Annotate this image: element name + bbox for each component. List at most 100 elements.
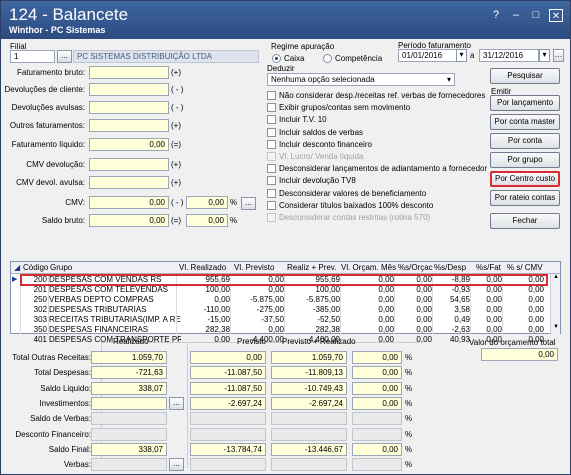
col-pct-orcac[interactable]: %s/Orçac: [398, 263, 433, 272]
regime-caixa-radio[interactable]: [272, 54, 281, 63]
totals-realizado-input[interactable]: 1.059,70: [91, 351, 167, 364]
option-checkbox[interactable]: [267, 103, 276, 113]
minimize-button[interactable]: –: [509, 9, 523, 22]
totals-previsto-input[interactable]: [190, 458, 266, 472]
col-vl-previsto[interactable]: Vl. Previsto: [234, 263, 274, 272]
periodo-more-button[interactable]: …: [553, 49, 564, 62]
option-checkbox[interactable]: [267, 127, 276, 137]
totals-pct-input[interactable]: [352, 427, 402, 441]
cmv-more-button[interactable]: ...: [241, 197, 256, 210]
por-lancamento-button[interactable]: Por lançamento: [490, 95, 560, 111]
option-checkbox[interactable]: [267, 164, 276, 174]
table-cell: 0,00: [378, 285, 394, 294]
option-checkbox[interactable]: [267, 200, 276, 210]
filial-search-button[interactable]: ...: [57, 50, 72, 63]
totals-more-button[interactable]: ...: [169, 396, 184, 410]
totals-realizado-input[interactable]: 338,07: [91, 381, 167, 395]
orcamento-total-value[interactable]: 0,00: [481, 348, 558, 361]
totals-pct-input[interactable]: [352, 412, 402, 426]
left-field-input[interactable]: 0,00: [89, 196, 169, 209]
totals-pct-input[interactable]: 0,00: [352, 381, 402, 395]
totals-prev-real-input[interactable]: -10.749,43: [271, 381, 347, 395]
left-field-pct-input[interactable]: 0,00: [186, 196, 228, 209]
periodo-end-input[interactable]: 31/12/2016: [479, 49, 539, 62]
deduzir-select[interactable]: Nenhuma opção selecionada ▾: [267, 73, 455, 86]
totals-previsto-input[interactable]: -11.087,50: [190, 366, 266, 380]
col-pct-cmv[interactable]: % s/ CMV: [507, 263, 543, 272]
totals-previsto-input[interactable]: -13.784,74: [190, 442, 266, 456]
totals-previsto-input[interactable]: -2.697,24: [190, 396, 266, 410]
totals-realizado-input[interactable]: 338,07: [91, 442, 167, 456]
table-cell: -2,63: [451, 325, 470, 334]
totals-previsto-input[interactable]: [190, 412, 266, 426]
totals-pct-input[interactable]: [352, 458, 402, 472]
left-field-input[interactable]: [89, 66, 169, 79]
totals-prev-real-input[interactable]: [271, 427, 347, 441]
left-field-input[interactable]: 0,00: [89, 214, 169, 227]
help-button[interactable]: ?: [489, 9, 503, 22]
fechar-button[interactable]: Fechar: [490, 213, 560, 229]
totals-pct-input[interactable]: 0,00: [352, 396, 402, 410]
col-pct-fat[interactable]: %s/Fat: [476, 263, 501, 272]
option-checkbox[interactable]: [267, 139, 276, 149]
totals-previsto-input[interactable]: -11.087,50: [190, 381, 266, 395]
totals-more-button[interactable]: ...: [169, 458, 184, 472]
scroll-up-icon[interactable]: ▲: [552, 274, 560, 282]
por-grupo-button[interactable]: Por grupo: [490, 152, 560, 168]
table-cell: -15,00: [207, 315, 230, 324]
por-rateio-contas-button[interactable]: Por rateio contas: [490, 190, 560, 206]
totals-realizado-input[interactable]: [91, 412, 167, 426]
totals-prev-real-input[interactable]: -11.809,13: [271, 366, 347, 380]
totals-pct-input[interactable]: 0,00: [352, 366, 402, 380]
totals-panel: Realizado Previsto Previsto + Realizado …: [9, 336, 564, 472]
left-field-input[interactable]: 0,00: [89, 138, 169, 151]
totals-realizado-input[interactable]: [91, 396, 167, 410]
periodo-start-input[interactable]: 01/01/2016: [398, 49, 458, 62]
calendar-end-icon[interactable]: ▾: [539, 49, 550, 62]
totals-pct-input[interactable]: 0,00: [352, 351, 402, 364]
regime-competencia-radio[interactable]: [323, 54, 332, 63]
left-field-input[interactable]: [89, 158, 169, 171]
option-checkbox[interactable]: [267, 213, 276, 222]
totals-prev-real-input[interactable]: -13.446,67: [271, 442, 347, 456]
col-pct-desp[interactable]: %s/Desp: [434, 263, 466, 272]
option-checkbox[interactable]: [267, 152, 276, 161]
option-checkbox[interactable]: [267, 91, 276, 100]
left-field-sign: (+): [171, 68, 181, 77]
calendar-start-icon[interactable]: ▾: [456, 49, 467, 62]
table-cell: 0,00: [528, 325, 544, 334]
totals-prev-real-input[interactable]: [271, 458, 347, 472]
totals-previsto-input[interactable]: [190, 427, 266, 441]
col-codigo[interactable]: Código: [23, 263, 48, 272]
filial-code-input[interactable]: 1: [10, 50, 55, 63]
left-field-pct-input[interactable]: 0,00: [186, 214, 228, 227]
totals-previsto-input[interactable]: 0,00: [190, 351, 266, 364]
totals-realizado-input[interactable]: -721,63: [91, 366, 167, 380]
left-field-input[interactable]: [89, 176, 169, 189]
col-vl-realizado[interactable]: Vl. Realizado: [179, 263, 226, 272]
col-grupo[interactable]: Grupo: [50, 263, 72, 272]
totals-prev-real-input[interactable]: 1.059,70: [271, 351, 347, 364]
totals-pct-input[interactable]: 0,00: [352, 442, 402, 456]
totals-prev-real-input[interactable]: [271, 412, 347, 426]
totals-prev-real-input[interactable]: -2.697,24: [271, 396, 347, 410]
totals-row-label: Investimentos:: [39, 398, 91, 408]
pesquisar-button[interactable]: Pesquisar: [490, 68, 560, 84]
option-checkbox[interactable]: [267, 188, 276, 198]
totals-realizado-input[interactable]: [91, 458, 167, 472]
col-vl-orcam-mes[interactable]: Vl. Orçam. Mês: [341, 263, 396, 272]
por-conta-master-button[interactable]: Por conta master: [490, 114, 560, 130]
totals-realizado-input[interactable]: [91, 427, 167, 441]
por-centro-custo-button[interactable]: Por Centro custo: [490, 171, 560, 187]
left-field-input[interactable]: [89, 83, 169, 96]
option-checkbox[interactable]: [267, 115, 276, 125]
maximize-button[interactable]: □: [529, 9, 543, 22]
por-conta-button[interactable]: Por conta: [490, 133, 560, 149]
left-field-input[interactable]: [89, 119, 169, 132]
scroll-down-icon[interactable]: ▼: [552, 324, 560, 332]
close-button[interactable]: ✕: [549, 9, 563, 22]
col-realiz-prev[interactable]: Realiz + Prev.: [287, 263, 336, 272]
left-field-input[interactable]: [89, 101, 169, 114]
grid-scrollbar[interactable]: ▲ ▼: [550, 274, 560, 334]
option-checkbox[interactable]: [267, 176, 276, 186]
